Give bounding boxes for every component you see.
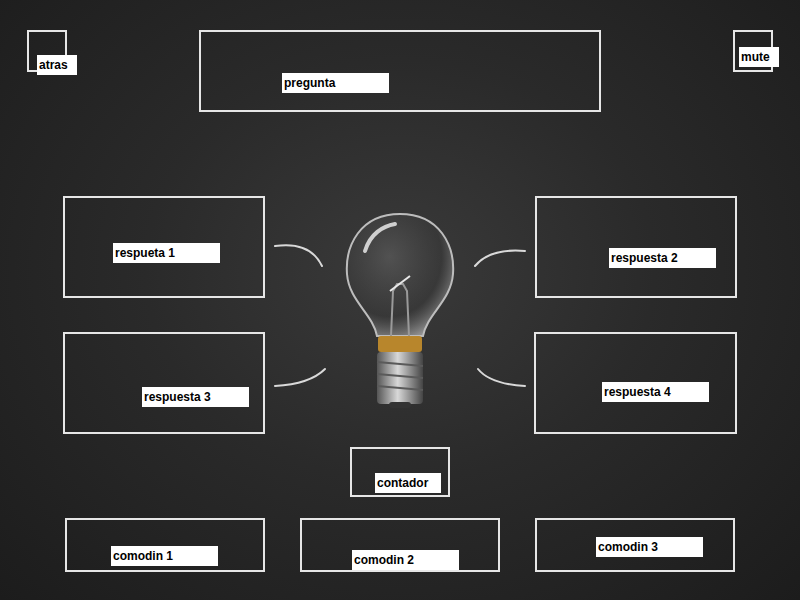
question-label: pregunta: [282, 73, 389, 93]
answers-area: respueta 1 respuesta 2 respuesta 3 respuest…: [63, 196, 800, 434]
lightbulb-icon: [265, 196, 535, 434]
counter-row: contador: [0, 447, 800, 497]
bulb-picture: [265, 196, 535, 434]
joker-button[interactable]: comodin 3: [535, 518, 735, 572]
top-bar: atras pregunta mute: [0, 0, 800, 112]
joker-button[interactable]: comodin 1: [65, 518, 265, 572]
joker-label: comodin 1: [111, 546, 218, 566]
answer-box[interactable]: respuesta 2: [535, 196, 737, 298]
mute-button[interactable]: mute: [733, 30, 773, 72]
answer-label: respuesta 4: [602, 382, 709, 402]
quiz-screen: atras pregunta mute respueta 1 respuesta …: [0, 0, 800, 600]
counter-box: contador: [350, 447, 450, 497]
answer-box[interactable]: respuesta 4: [534, 332, 737, 434]
answer-box[interactable]: respuesta 3: [63, 332, 265, 434]
back-button[interactable]: atras: [27, 30, 67, 72]
answer-label: respueta 1: [113, 243, 220, 263]
question-box: pregunta: [199, 30, 601, 112]
counter-label: contador: [375, 473, 441, 493]
mute-label: mute: [739, 47, 779, 67]
back-label: atras: [37, 55, 77, 75]
joker-label: comodin 2: [352, 550, 459, 570]
answer-label: respuesta 3: [142, 387, 249, 407]
jokers-row: comodin 1 comodin 2 comodin 3: [65, 518, 800, 572]
answer-box[interactable]: respueta 1: [63, 196, 265, 298]
answer-label: respuesta 2: [609, 248, 716, 268]
joker-button[interactable]: comodin 2: [300, 518, 500, 572]
joker-label: comodin 3: [596, 537, 703, 557]
